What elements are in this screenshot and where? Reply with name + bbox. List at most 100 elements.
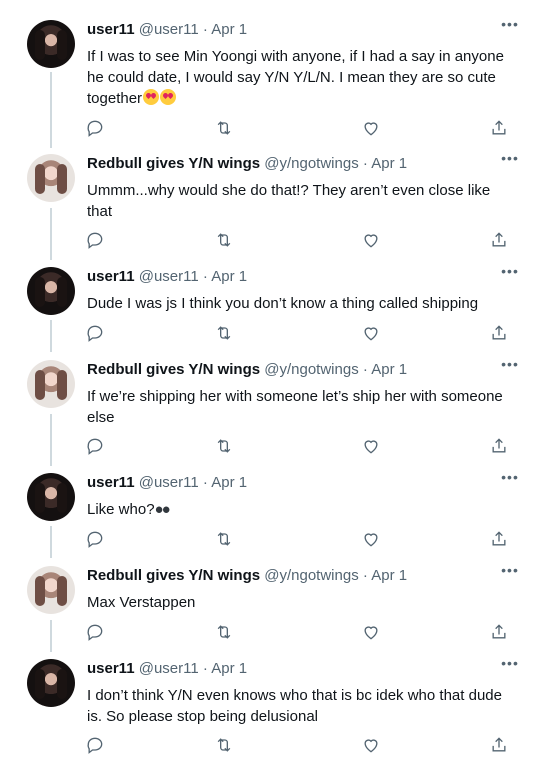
tweet-date[interactable]: Apr 1 xyxy=(371,155,407,172)
handle[interactable]: @user11 xyxy=(139,660,199,677)
thread-line xyxy=(50,414,52,466)
share-icon[interactable] xyxy=(489,323,511,345)
tweet-text: Max Verstappen xyxy=(87,594,196,611)
tweet-header: user11 @user11 · Apr 1 xyxy=(87,473,517,493)
avatar[interactable] xyxy=(27,659,75,707)
thread-line xyxy=(50,320,52,352)
separator-dot: · xyxy=(362,155,368,172)
tweet-actions xyxy=(87,735,517,757)
heart-icon[interactable] xyxy=(361,230,383,252)
tweet-header: user11 @user11 · Apr 1 xyxy=(87,267,517,287)
tweet-header: user11 @user11 · Apr 1 xyxy=(87,20,517,40)
tweet-actions xyxy=(87,230,517,252)
retweet-icon[interactable] xyxy=(214,118,236,140)
retweet-icon[interactable] xyxy=(214,323,236,345)
tweet-actions xyxy=(87,323,517,345)
tweet-actions xyxy=(87,436,517,458)
retweet-icon[interactable] xyxy=(214,622,236,644)
handle[interactable]: @user11 xyxy=(139,268,199,285)
display-name[interactable]: user11 xyxy=(87,21,135,38)
retweet-icon[interactable] xyxy=(214,735,236,757)
tweet-date[interactable]: Apr 1 xyxy=(371,567,407,584)
reply-icon[interactable] xyxy=(85,622,107,644)
display-name[interactable]: Redbull gives Y/N wings xyxy=(87,361,260,378)
tweet-header: user11 @user11 · Apr 1 xyxy=(87,659,517,679)
tweet-header: Redbull gives Y/N wings @y/ngotwings · A… xyxy=(87,566,517,586)
handle[interactable]: @y/ngotwings xyxy=(264,155,358,172)
reply-icon[interactable] xyxy=(85,436,107,458)
tweet-text: If we’re shipping her with someone let’s… xyxy=(87,388,503,426)
tweet-actions xyxy=(87,622,517,644)
tweet-text: Ummm...why would she do that!? They aren… xyxy=(87,182,491,220)
retweet-icon[interactable] xyxy=(214,230,236,252)
thread-line xyxy=(50,208,52,260)
tweet-date[interactable]: Apr 1 xyxy=(211,474,247,491)
reply-icon[interactable] xyxy=(85,529,107,551)
avatar[interactable] xyxy=(27,267,75,315)
retweet-icon[interactable] xyxy=(214,529,236,551)
more-icon[interactable]: ••• xyxy=(495,263,525,283)
avatar[interactable] xyxy=(27,154,75,202)
thread-line xyxy=(50,526,52,558)
tweet-thread: user11 @user11 · Apr 1 ••• If I was to s… xyxy=(0,0,540,762)
share-icon[interactable] xyxy=(489,230,511,252)
heart-eyes-emoji xyxy=(142,89,177,107)
handle[interactable]: @y/ngotwings xyxy=(264,361,358,378)
tweet-date[interactable]: Apr 1 xyxy=(211,660,247,677)
tweet-date[interactable]: Apr 1 xyxy=(211,268,247,285)
separator-dot: · xyxy=(362,567,368,584)
thread-line xyxy=(50,72,52,148)
avatar[interactable] xyxy=(27,360,75,408)
eyes-emoji: ●● xyxy=(154,501,171,518)
share-icon[interactable] xyxy=(489,529,511,551)
separator-dot: · xyxy=(202,268,208,285)
separator-dot: · xyxy=(202,21,208,38)
share-icon[interactable] xyxy=(489,436,511,458)
display-name[interactable]: user11 xyxy=(87,474,135,491)
retweet-icon[interactable] xyxy=(214,436,236,458)
tweet-header: Redbull gives Y/N wings @y/ngotwings · A… xyxy=(87,154,517,174)
heart-icon[interactable] xyxy=(361,118,383,140)
more-icon[interactable]: ••• xyxy=(495,16,525,36)
heart-icon[interactable] xyxy=(361,529,383,551)
tweet-date[interactable]: Apr 1 xyxy=(211,21,247,38)
tweet-text: Like who?●● xyxy=(87,499,517,520)
display-name[interactable]: Redbull gives Y/N wings xyxy=(87,155,260,172)
reply-icon[interactable] xyxy=(85,735,107,757)
more-icon[interactable]: ••• xyxy=(495,356,525,376)
separator-dot: · xyxy=(202,474,208,491)
more-icon[interactable]: ••• xyxy=(495,469,525,489)
tweet-text-body: Like who? xyxy=(87,501,155,518)
handle[interactable]: @user11 xyxy=(139,21,199,38)
separator-dot: · xyxy=(202,660,208,677)
reply-icon[interactable] xyxy=(85,323,107,345)
more-icon[interactable]: ••• xyxy=(495,150,525,170)
separator-dot: · xyxy=(362,361,368,378)
tweet-text: I don’t think Y/N even knows who that is… xyxy=(87,687,502,725)
share-icon[interactable] xyxy=(489,622,511,644)
reply-icon[interactable] xyxy=(85,118,107,140)
tweet-actions xyxy=(87,118,517,140)
avatar[interactable] xyxy=(27,473,75,521)
tweet-date[interactable]: Apr 1 xyxy=(371,361,407,378)
handle[interactable]: @user11 xyxy=(139,474,199,491)
more-icon[interactable]: ••• xyxy=(495,562,525,582)
heart-icon[interactable] xyxy=(361,622,383,644)
display-name[interactable]: Redbull gives Y/N wings xyxy=(87,567,260,584)
handle[interactable]: @y/ngotwings xyxy=(264,567,358,584)
avatar[interactable] xyxy=(27,20,75,68)
heart-icon[interactable] xyxy=(361,436,383,458)
heart-icon[interactable] xyxy=(361,735,383,757)
share-icon[interactable] xyxy=(489,118,511,140)
tweet-text: If I was to see Min Yoongi with anyone, … xyxy=(87,46,517,109)
tweet-header: Redbull gives Y/N wings @y/ngotwings · A… xyxy=(87,360,517,380)
reply-icon[interactable] xyxy=(85,230,107,252)
avatar[interactable] xyxy=(27,566,75,614)
share-icon[interactable] xyxy=(489,735,511,757)
more-icon[interactable]: ••• xyxy=(495,655,525,675)
heart-icon[interactable] xyxy=(361,323,383,345)
display-name[interactable]: user11 xyxy=(87,268,135,285)
display-name[interactable]: user11 xyxy=(87,660,135,677)
tweet-text: Dude I was js I think you don’t know a t… xyxy=(87,295,479,312)
thread-line xyxy=(50,620,52,652)
